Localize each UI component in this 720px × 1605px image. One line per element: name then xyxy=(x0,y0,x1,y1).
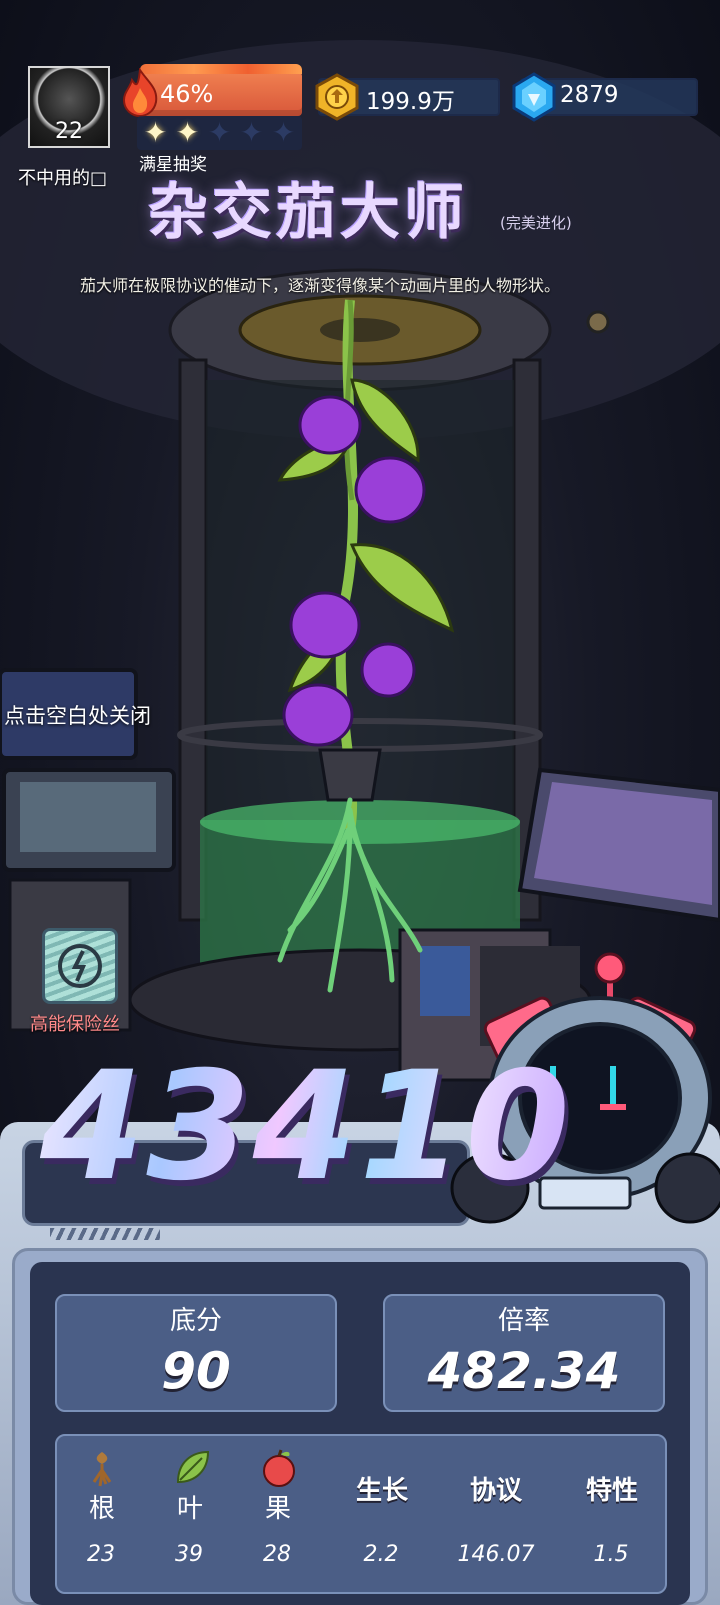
growth-label: 生长 xyxy=(355,1476,408,1506)
root-icon xyxy=(92,1452,112,1487)
leaf-value: 39 xyxy=(175,1542,203,1567)
plant-title: 杂交茄大师 xyxy=(148,178,468,248)
multiplier-value: 482.34 xyxy=(427,1342,621,1400)
score-breakdown-card xyxy=(55,1434,667,1594)
protocol-value: 146.07 xyxy=(457,1542,535,1567)
fruit-label: 果 xyxy=(264,1494,291,1524)
root-value: 23 xyxy=(87,1542,115,1567)
protocol-label: 协议 xyxy=(469,1476,522,1506)
flame-icon xyxy=(122,68,158,118)
gem-amount: 2879 xyxy=(560,82,619,108)
player-name: 不中用的□ xyxy=(18,168,108,189)
trait-value: 1.5 xyxy=(593,1542,629,1567)
base-score-value: 90 xyxy=(161,1342,231,1400)
plant-evolution-tag: (完美进化) xyxy=(500,214,572,232)
close-hint: 点击空白处关闭 xyxy=(4,704,151,728)
gem-icon xyxy=(512,72,556,122)
fuse-button[interactable] xyxy=(42,928,118,1004)
coin-amount: 199.9万 xyxy=(366,89,455,115)
star-filled-icon: ✦ xyxy=(175,116,200,149)
star-empty-icon: ✦ xyxy=(271,116,296,149)
star-filled-icon: ✦ xyxy=(143,116,168,149)
player-level: 22 xyxy=(55,119,83,144)
multiplier-label: 倍率 xyxy=(497,1306,550,1336)
star-empty-icon: ✦ xyxy=(239,116,264,149)
fuse-label: 高能保险丝 xyxy=(30,1014,120,1035)
fuse-icon xyxy=(58,944,102,988)
fruit-value: 28 xyxy=(263,1542,291,1567)
coin-icon xyxy=(315,73,359,121)
trait-label: 特性 xyxy=(585,1476,638,1506)
energy-percent: 46% xyxy=(160,80,214,108)
star-empty-icon: ✦ xyxy=(207,116,232,149)
panel-stripes xyxy=(50,1228,160,1240)
leaf-label: 叶 xyxy=(176,1494,203,1524)
star-rating: ✦ ✦ ✦ ✦ ✦ xyxy=(137,116,302,150)
base-score-label: 底分 xyxy=(169,1306,222,1336)
growth-value: 2.2 xyxy=(363,1542,399,1567)
plant-description: 茄大师在极限协议的催动下，逐渐变得像某个动画片里的人物形状。 xyxy=(80,276,561,295)
root-label: 根 xyxy=(88,1494,115,1524)
game-scene[interactable]: 22 不中用的□ 46% ✦ ✦ ✦ ✦ ✦ 满星抽奖 199.9万 2879 杂交茄大… xyxy=(0,0,720,1605)
fruit-icon xyxy=(263,1449,295,1487)
total-score: 43410 xyxy=(40,1040,572,1214)
player-avatar[interactable]: 22 xyxy=(28,66,110,148)
leaf-icon xyxy=(176,1450,210,1484)
